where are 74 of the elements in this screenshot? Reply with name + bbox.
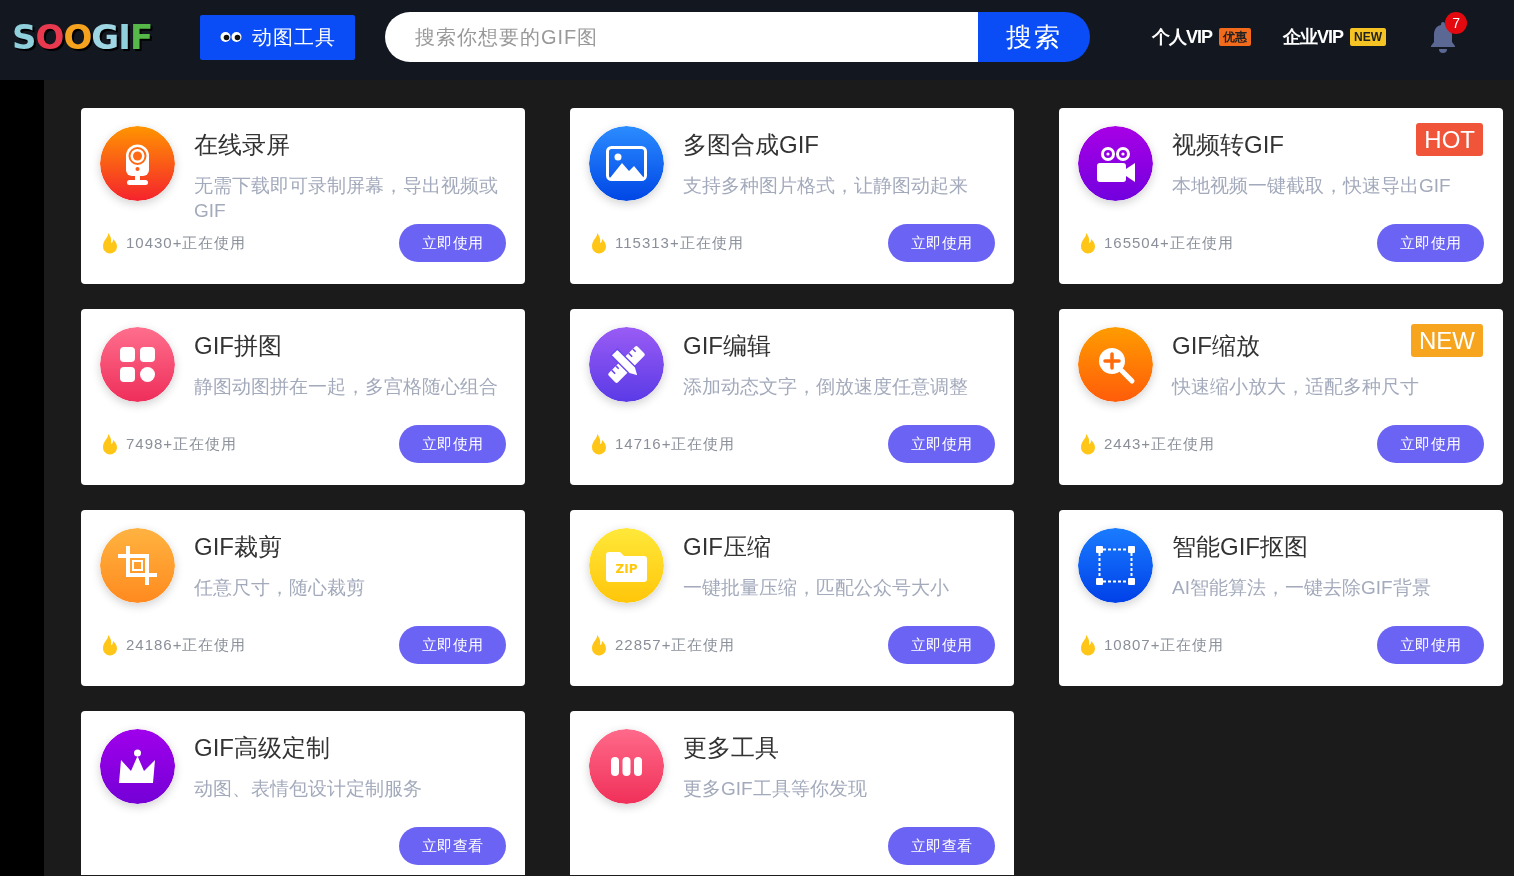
tool-description: 一键批量压缩，匹配公众号大小 [683, 576, 949, 600]
video-camera-icon [1078, 126, 1153, 201]
usage-count: 10430+正在使用 [126, 233, 247, 253]
tool-title: 视频转GIF [1172, 130, 1284, 160]
use-button[interactable]: 立即使用 [399, 224, 506, 262]
vip-link[interactable]: 个人VIP [1152, 25, 1212, 49]
use-button[interactable]: 立即查看 [399, 827, 506, 865]
search-button[interactable]: 搜索 [978, 12, 1090, 62]
selection-icon [1078, 528, 1153, 603]
image-icon [589, 126, 664, 201]
tool-title: 更多工具 [683, 733, 779, 763]
webcam-icon [100, 126, 175, 201]
zoom-in-icon [1078, 327, 1153, 402]
use-button[interactable]: 立即使用 [888, 224, 995, 262]
tool-title: GIF高级定制 [194, 733, 330, 763]
flame-icon [100, 232, 120, 254]
flame-icon [589, 232, 609, 254]
tool-title: GIF缩放 [1172, 331, 1260, 361]
tool-description: AI智能算法，一键去除GIF背景 [1172, 576, 1431, 600]
crown-icon [100, 729, 175, 804]
tool-title: GIF裁剪 [194, 532, 282, 562]
flame-icon [100, 634, 120, 656]
flame-icon [1078, 433, 1098, 455]
flame-icon [1078, 232, 1098, 254]
crop-icon [100, 528, 175, 603]
usage-count: 115313+正在使用 [615, 233, 744, 253]
notification-badge: 7 [1445, 12, 1468, 34]
use-button[interactable]: 立即使用 [399, 425, 506, 463]
tool-description: 静图动图拼在一起，多宫格随心组合 [194, 375, 498, 399]
tool-title: GIF压缩 [683, 532, 771, 562]
usage-count: 10807+正在使用 [1104, 635, 1225, 655]
tag-badge: NEW [1411, 324, 1483, 357]
eyes-icon [219, 31, 242, 43]
use-button[interactable]: 立即使用 [1377, 626, 1484, 664]
use-button[interactable]: 立即使用 [1377, 425, 1484, 463]
use-button[interactable]: 立即使用 [1377, 224, 1484, 262]
search-field[interactable]: 搜索你想要的GIF图 [385, 12, 978, 62]
flame-icon [589, 634, 609, 656]
tool-description: 任意尺寸，随心裁剪 [194, 576, 365, 600]
vip-tag: NEW [1350, 28, 1387, 46]
three-bars-icon [589, 729, 664, 804]
flame-icon [100, 433, 120, 455]
use-button[interactable]: 立即使用 [399, 626, 506, 664]
grid-icon [100, 327, 175, 402]
tool-title: 多图合成GIF [683, 130, 819, 160]
tool-description: 快速缩小放大，适配多种尺寸 [1172, 375, 1419, 399]
tools-menu-button[interactable]: 动图工具 [200, 14, 355, 60]
tool-description: 添加动态文字，倒放速度任意调整 [683, 375, 968, 399]
tool-description: 动图、表情包设计定制服务 [194, 777, 422, 801]
usage-count: 14716+正在使用 [615, 434, 736, 454]
tool-description: 无需下载即可录制屏幕，导出视频或GIF [194, 174, 499, 223]
tool-title: GIF拼图 [194, 331, 282, 361]
use-button[interactable]: 立即查看 [888, 827, 995, 865]
vip-link[interactable]: 企业VIP [1283, 25, 1344, 49]
tool-title: 在线录屏 [194, 130, 290, 160]
flame-icon [589, 433, 609, 455]
logo[interactable]: SOOGIF [12, 13, 162, 61]
vip-tag: 优惠 [1219, 28, 1251, 46]
tool-description: 支持多种图片格式，让静图动起来 [683, 174, 968, 198]
zip-folder-icon: ZIP [589, 528, 664, 603]
tool-title: GIF编辑 [683, 331, 771, 361]
use-button[interactable]: 立即使用 [888, 425, 995, 463]
flame-icon [1078, 634, 1098, 656]
tool-description: 更多GIF工具等你发现 [683, 777, 867, 801]
usage-count: 165504+正在使用 [1104, 233, 1234, 253]
tool-title: 智能GIF抠图 [1172, 532, 1308, 562]
tag-badge: HOT [1416, 123, 1483, 156]
pencil-ruler-icon [589, 327, 664, 402]
tool-description: 本地视频一键截取，快速导出GIF [1172, 174, 1451, 198]
usage-count: 24186+正在使用 [126, 635, 247, 655]
usage-count: 2443+正在使用 [1104, 434, 1216, 454]
use-button[interactable]: 立即使用 [888, 626, 995, 664]
usage-count: 22857+正在使用 [615, 635, 736, 655]
usage-count: 7498+正在使用 [126, 434, 238, 454]
